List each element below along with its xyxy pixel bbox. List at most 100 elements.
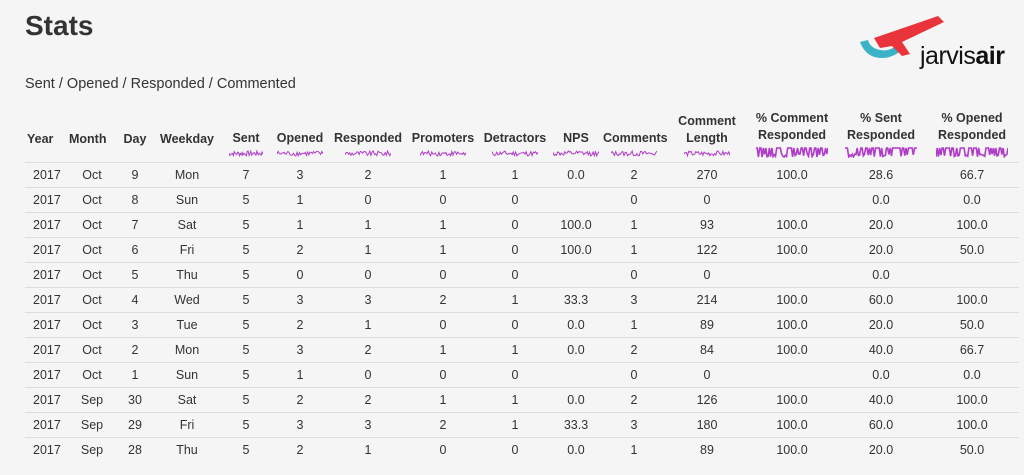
cell-sent: 7 — [221, 162, 271, 188]
cell-opened: 2 — [271, 387, 329, 413]
column-header-opened[interactable]: Opened — [271, 110, 329, 163]
cell-comment-length: 0 — [667, 262, 747, 288]
cell-month: Sep — [67, 437, 117, 462]
cell-nps: 0.0 — [551, 437, 601, 462]
column-header-label: % Comment Responded — [755, 111, 829, 142]
cell-comments: 2 — [601, 162, 667, 188]
cell-day: 2 — [117, 337, 153, 363]
cell-promoters: 1 — [407, 162, 479, 188]
cell-sent: 5 — [221, 187, 271, 213]
cell-pct-sent-responded: 20.0 — [837, 437, 925, 462]
page-subtitle: Sent / Opened / Responded / Commented — [25, 76, 296, 92]
table-row: 2017 Sep 29 Fri 5 3 3 2 1 33.3 3 180 100.0 60.0 100.0 — [25, 412, 1019, 438]
column-header-comment-length[interactable]: Comment Length — [667, 110, 747, 163]
cell-weekday: Mon — [153, 162, 221, 188]
cell-pct-sent-responded: 20.0 — [837, 212, 925, 238]
cell-pct-comment-responded: 100.0 — [747, 437, 837, 462]
cell-opened: 3 — [271, 412, 329, 438]
cell-nps: 33.3 — [551, 287, 601, 313]
cell-promoters: 0 — [407, 437, 479, 462]
column-header-pct-sent-responded[interactable]: % Sent Responded — [837, 110, 925, 163]
cell-promoters: 1 — [407, 337, 479, 363]
sparkline-pct-opened-responded-icon — [936, 147, 1008, 158]
cell-weekday: Mon — [153, 337, 221, 363]
sparkline-comment-length-icon — [684, 149, 730, 158]
table-header-row: Year Month Day Weekday Sent Opened Responded Pr… — [25, 110, 1019, 163]
cell-responded: 0 — [329, 187, 407, 213]
sparkline-nps-icon — [553, 150, 599, 158]
cell-detractors: 0 — [479, 212, 551, 238]
cell-opened: 2 — [271, 237, 329, 263]
cell-opened: 3 — [271, 287, 329, 313]
column-header-label: Day — [123, 132, 147, 146]
cell-sent: 5 — [221, 262, 271, 288]
cell-weekday: Fri — [153, 237, 221, 263]
cell-opened: 3 — [271, 337, 329, 363]
cell-promoters: 1 — [407, 387, 479, 413]
column-header-month[interactable]: Month — [67, 110, 117, 163]
column-header-comments[interactable]: Comments — [601, 110, 668, 163]
cell-opened: 0 — [271, 262, 329, 288]
cell-detractors: 1 — [479, 337, 551, 363]
cell-responded: 2 — [329, 387, 407, 413]
column-header-nps[interactable]: NPS — [551, 110, 601, 163]
column-header-label: Responded — [333, 131, 403, 145]
cell-pct-sent-responded: 0.0 — [837, 262, 925, 288]
page-title: Stats — [25, 10, 94, 41]
sparkline-pct-comment-responded-icon — [756, 147, 828, 158]
cell-comment-length: 180 — [667, 412, 747, 438]
cell-nps: 100.0 — [551, 237, 601, 263]
cell-pct-opened-responded: 0.0 — [925, 362, 1019, 388]
logo-text-bold: air — [975, 42, 1005, 70]
cell-responded: 2 — [329, 337, 407, 363]
cell-pct-sent-responded: 0.0 — [837, 362, 925, 388]
cell-opened: 3 — [271, 162, 329, 188]
cell-day: 3 — [117, 312, 153, 338]
table-row: 2017 Oct 3 Tue 5 2 1 0 0 0.0 1 89 100.0 20.0 50.0 — [25, 312, 1019, 338]
cell-comment-length: 89 — [667, 437, 747, 462]
cell-year: 2017 — [25, 362, 67, 388]
cell-comment-length: 0 — [667, 362, 747, 388]
cell-year: 2017 — [25, 212, 67, 238]
column-header-day[interactable]: Day — [117, 110, 153, 163]
cell-pct-sent-responded: 40.0 — [837, 387, 925, 413]
column-header-label: Opened — [276, 131, 324, 145]
column-header-label: NPS — [563, 131, 589, 145]
cell-opened: 1 — [271, 362, 329, 388]
sparkline-pct-sent-responded-icon — [845, 147, 917, 158]
column-header-label: Comments — [603, 131, 668, 145]
column-header-label: Month — [69, 132, 107, 146]
cell-detractors: 1 — [479, 287, 551, 313]
cell-comment-length: 126 — [667, 387, 747, 413]
cell-month: Oct — [67, 262, 117, 288]
cell-month: Oct — [67, 187, 117, 213]
cell-weekday: Tue — [153, 312, 221, 338]
cell-month: Oct — [67, 212, 117, 238]
cell-pct-sent-responded: 0.0 — [837, 187, 925, 213]
column-header-promoters[interactable]: Promoters — [407, 110, 479, 163]
table-row: 2017 Sep 30 Sat 5 2 2 1 1 0.0 2 126 100.0 40.0 100.0 — [25, 387, 1019, 413]
cell-comment-length: 214 — [667, 287, 747, 313]
cell-month: Sep — [67, 412, 117, 438]
cell-pct-opened-responded: 66.7 — [925, 162, 1019, 188]
cell-month: Oct — [67, 162, 117, 188]
cell-comments: 2 — [601, 337, 667, 363]
column-header-sent[interactable]: Sent — [221, 110, 271, 163]
cell-weekday: Sun — [153, 187, 221, 213]
column-header-label: Year — [27, 132, 54, 146]
column-header-pct-comment-responded[interactable]: % Comment Responded — [747, 110, 837, 163]
cell-nps — [551, 362, 601, 388]
table-row: 2017 Oct 9 Mon 7 3 2 1 1 0.0 2 270 100.0 28.6 66.7 — [25, 162, 1019, 188]
cell-pct-opened-responded — [925, 262, 1019, 288]
column-header-label: Promoters — [411, 131, 475, 145]
column-header-responded[interactable]: Responded — [329, 110, 407, 163]
column-header-weekday[interactable]: Weekday — [153, 110, 221, 163]
cell-comment-length: 122 — [667, 237, 747, 263]
cell-comments: 3 — [601, 412, 667, 438]
column-header-pct-opened-responded[interactable]: % Opened Responded — [925, 110, 1019, 163]
column-header-label: Comment Length — [678, 114, 736, 145]
column-header-year[interactable]: Year — [25, 110, 67, 163]
cell-comment-length: 93 — [667, 212, 747, 238]
column-header-detractors[interactable]: Detractors — [479, 110, 551, 163]
cell-pct-opened-responded: 100.0 — [925, 387, 1019, 413]
